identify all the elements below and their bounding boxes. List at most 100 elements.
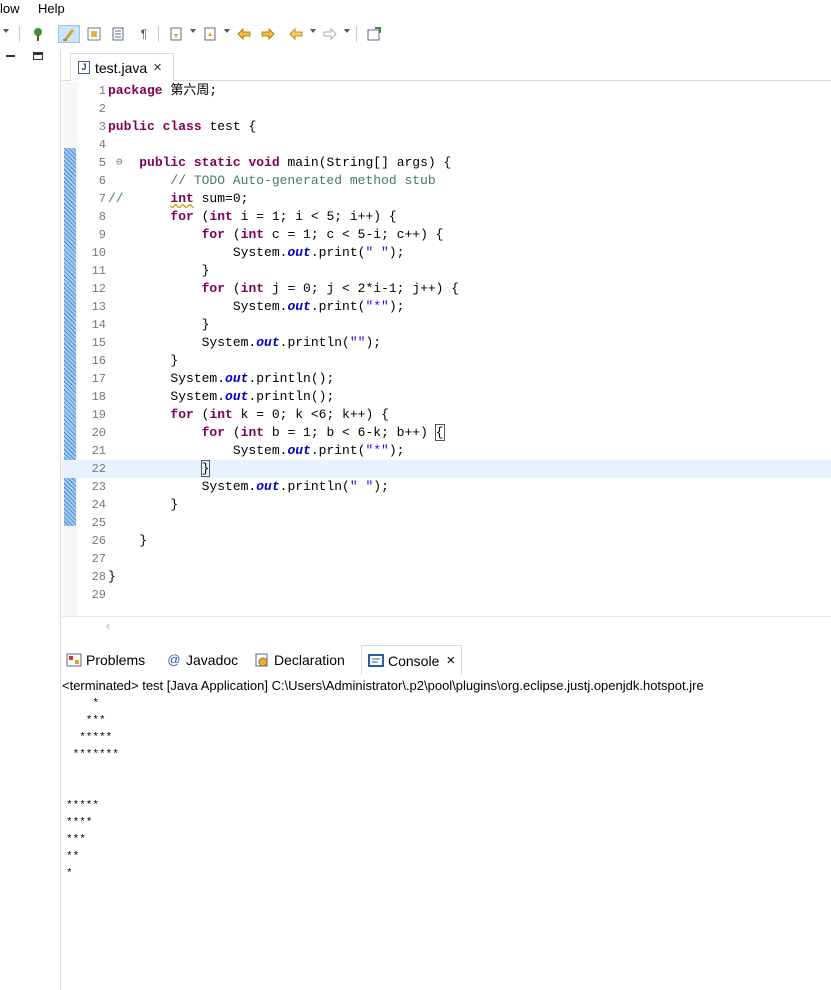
code-text: } xyxy=(108,533,148,548)
code-token: .print( xyxy=(310,299,366,314)
code-token: int xyxy=(170,191,194,206)
code-token: b = 1; b < 6-k; b++) xyxy=(264,425,436,440)
javadoc-icon: @ xyxy=(167,652,181,667)
code-token: } xyxy=(170,353,179,368)
code-token: ); xyxy=(365,335,382,350)
code-token: int xyxy=(209,209,233,224)
close-icon[interactable]: × xyxy=(153,59,162,76)
dropdown-arrow-icon[interactable] xyxy=(310,29,316,33)
last-edit-location-icon[interactable] xyxy=(234,25,254,43)
code-token: System. xyxy=(232,443,288,458)
line-number: 8 xyxy=(98,210,106,224)
code-text: System.out.println(); xyxy=(108,388,334,406)
line-number: 16 xyxy=(91,354,106,368)
next-annotation-icon[interactable] xyxy=(166,25,186,43)
code-line: 6 // TODO Auto-generated method stub xyxy=(62,172,831,190)
code-token: test { xyxy=(201,119,257,134)
tab-problems[interactable]: Problems xyxy=(66,645,145,675)
forward-icon[interactable] xyxy=(320,25,340,43)
code-editor[interactable]: 1 package 第六周; 2 3 public class test { 4 5… xyxy=(62,82,831,637)
console-line: * xyxy=(66,868,73,880)
code-token: ( xyxy=(225,425,241,440)
code-token: int xyxy=(240,425,265,440)
code-token: ( xyxy=(193,209,210,224)
code-token: static xyxy=(193,155,241,170)
code-line: 7// int sum=0; xyxy=(62,190,831,208)
line-number: 1 xyxy=(98,84,106,98)
code-token: class xyxy=(162,119,202,134)
code-text: for (int b = 1; b < 6-k; b++) { xyxy=(108,424,445,442)
code-token: "*" xyxy=(365,299,389,314)
code-token: out xyxy=(287,245,311,260)
back-icon[interactable] xyxy=(286,25,306,43)
code-text: for (int c = 1; c < 5-i; c++) { xyxy=(108,226,444,244)
menu-help[interactable]: Help xyxy=(38,0,65,17)
whitespace-icon[interactable]: ¶ xyxy=(136,25,152,43)
tab-declaration[interactable]: Declaration xyxy=(254,645,345,675)
code-token: int xyxy=(209,407,233,422)
toolbar-separator xyxy=(19,26,20,42)
code-line: 5 ⊖ public static void main(String[] args… xyxy=(62,154,831,172)
tab-console[interactable]: Console × xyxy=(361,645,463,675)
line-number: 12 xyxy=(91,282,106,296)
text-cursor xyxy=(209,461,211,476)
declaration-icon xyxy=(255,653,268,667)
dropdown-arrow-icon[interactable] xyxy=(190,29,196,33)
pin-editor-icon[interactable] xyxy=(364,25,384,43)
show-source-icon[interactable] xyxy=(108,25,128,43)
pin-icon[interactable] xyxy=(28,25,48,43)
code-token: out xyxy=(256,479,280,494)
tab-label: Problems xyxy=(86,652,146,668)
maximize-icon[interactable] xyxy=(33,52,43,60)
line-number: 3 xyxy=(98,120,106,134)
code-token: " " xyxy=(365,245,389,260)
back-to-edit-icon[interactable] xyxy=(258,25,278,43)
scroll-left-icon[interactable]: ‹ xyxy=(106,619,110,633)
code-token: System. xyxy=(201,479,257,494)
block-selection-icon[interactable] xyxy=(84,25,104,43)
line-number: 21 xyxy=(91,444,106,458)
code-token: 第六周; xyxy=(162,83,218,98)
tab-test-java[interactable]: J test.java × xyxy=(70,53,174,81)
dropdown-arrow-icon[interactable] xyxy=(224,29,230,33)
code-token: public xyxy=(139,155,187,170)
code-text: System.out.println(" "); xyxy=(108,478,389,496)
code-token: out xyxy=(256,335,280,350)
code-line: 27 xyxy=(62,550,831,568)
code-line: 26 } xyxy=(62,532,831,550)
code-line: 16 } xyxy=(62,352,831,370)
code-token: System. xyxy=(232,245,288,260)
line-number: 23 xyxy=(91,480,106,494)
console-output[interactable]: * *** ***** ******* ***** **** *** ** * xyxy=(62,696,831,990)
mark-occurrences-icon[interactable] xyxy=(58,25,80,43)
close-icon[interactable]: × xyxy=(446,652,455,669)
console-line: * xyxy=(66,698,100,710)
console-line: *** xyxy=(66,715,106,727)
toolbar: ¶ xyxy=(0,17,831,49)
horizontal-scrollbar[interactable]: ‹ xyxy=(62,616,831,638)
code-line: 9 for (int c = 1; c < 5-i; c++) { xyxy=(62,226,831,244)
code-token: "*" xyxy=(365,443,389,458)
code-token: main(String[] args) { xyxy=(279,155,452,170)
code-line: 23 System.out.println(" "); xyxy=(62,478,831,496)
tab-javadoc[interactable]: @ Javadoc xyxy=(166,645,238,675)
code-token: void xyxy=(248,155,280,170)
code-line: 29 xyxy=(62,586,831,604)
code-text: } xyxy=(108,496,178,514)
code-token: System. xyxy=(232,299,288,314)
code-token: out xyxy=(287,443,311,458)
code-token: int xyxy=(240,227,265,242)
code-text: System.out.print(" "); xyxy=(108,244,405,262)
package-explorer-pane xyxy=(0,49,61,990)
dropdown-arrow-icon[interactable] xyxy=(3,29,9,33)
code-text: // TODO Auto-generated method stub xyxy=(108,173,436,188)
dropdown-arrow-icon[interactable] xyxy=(344,29,350,33)
minimize-icon[interactable] xyxy=(6,55,15,57)
code-line: 11 } xyxy=(62,262,831,280)
previous-annotation-icon[interactable] xyxy=(200,25,220,43)
code-text: for (int i = 1; i < 5; i++) { xyxy=(108,208,396,226)
console-line: **** xyxy=(66,817,93,829)
menu-bar: low Help xyxy=(0,0,831,17)
menu-window[interactable]: low xyxy=(0,0,20,17)
